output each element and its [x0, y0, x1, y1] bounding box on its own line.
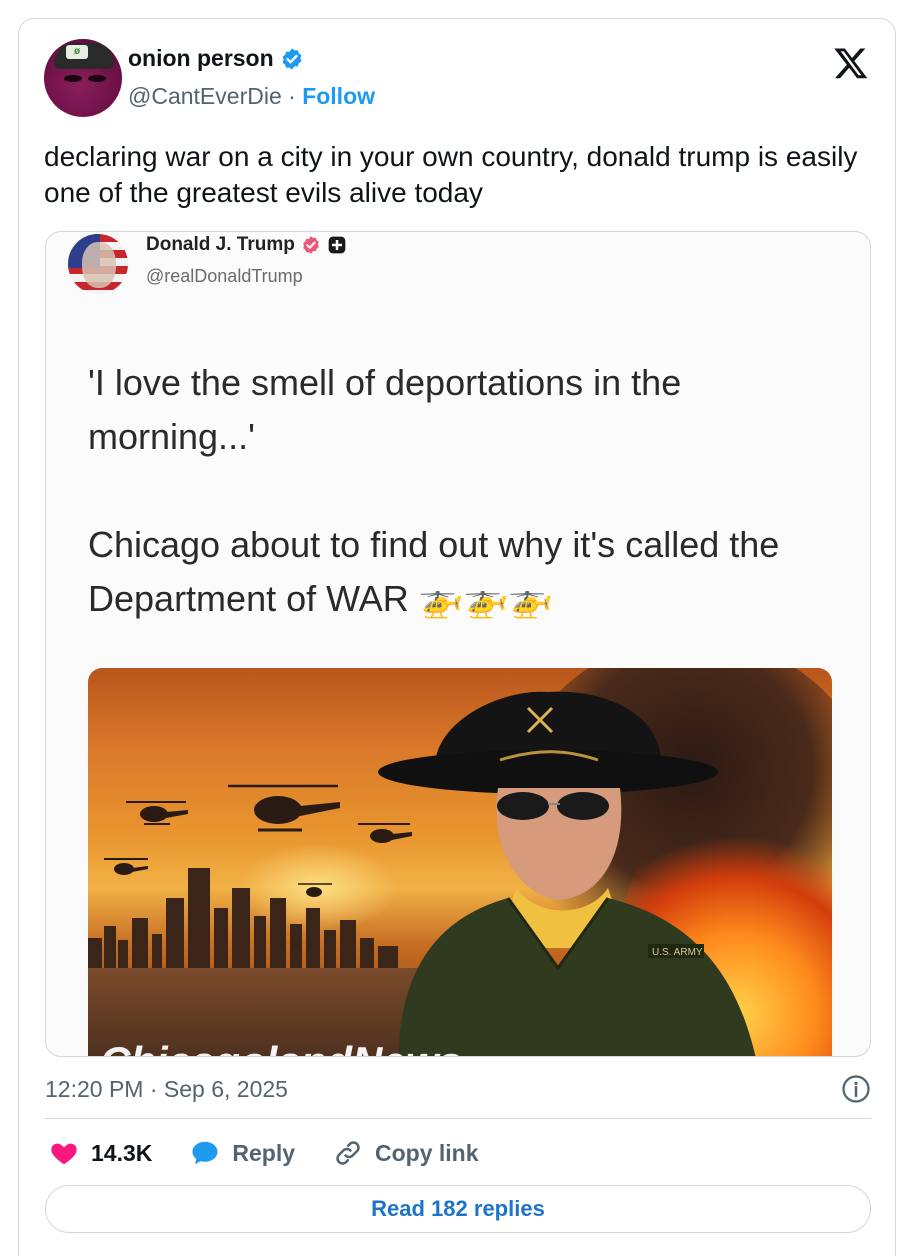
author-display-name[interactable]: onion person — [128, 45, 274, 72]
helicopter-icon — [228, 784, 340, 832]
action-bar: 14.3K Reply Copy link — [49, 1135, 517, 1171]
author-name-row: onion person — [128, 45, 304, 72]
like-button[interactable]: 14.3K — [49, 1138, 152, 1168]
tweet-timestamp[interactable]: 12:20 PM · Sep 6, 2025 — [45, 1076, 288, 1103]
like-count: 14.3K — [91, 1139, 153, 1166]
verified-badge-icon — [303, 236, 319, 254]
embedded-paragraph-1: 'I love the smell of deportations in the… — [88, 362, 682, 457]
reply-button[interactable]: Reply — [190, 1138, 295, 1168]
avatar-eye-left — [64, 75, 82, 82]
helicopter-icon — [104, 858, 148, 875]
image-watermark: ChicagolandNews — [100, 1038, 462, 1056]
handle-separator: · — [288, 83, 296, 109]
embedded-author-avatar[interactable] — [68, 234, 128, 294]
x-logo-icon[interactable] — [833, 45, 869, 81]
tweet-card: ø onion person @CantEverDie · Follow dec… — [18, 18, 896, 1256]
author-avatar[interactable]: ø — [44, 39, 122, 117]
helicopter-icon — [298, 883, 332, 897]
info-icon[interactable] — [841, 1074, 871, 1104]
avatar-leaf-logo: ø — [66, 45, 88, 59]
verified-badge-icon — [282, 48, 302, 69]
embedded-paragraph-2: Chicago about to find out why it's calle… — [88, 524, 780, 619]
read-replies-button[interactable]: Read 182 replies — [45, 1185, 871, 1233]
embedded-post-image[interactable]: U.S. ARMY ChicagolandNews — [88, 668, 832, 1056]
author-handle-row: @CantEverDie · Follow — [128, 83, 375, 110]
embedded-post[interactable]: Donald J. Trump @realDonaldTrump 'I love… — [45, 231, 871, 1057]
embedded-handle[interactable]: @realDonaldTrump — [146, 266, 303, 287]
author-handle[interactable]: @CantEverDie — [128, 83, 282, 109]
copy-link-button[interactable]: Copy link — [333, 1138, 479, 1168]
timestamp-row: 12:20 PM · Sep 6, 2025 — [45, 1071, 871, 1107]
copy-link-label: Copy link — [375, 1139, 479, 1166]
avatar-eye-right — [88, 75, 106, 82]
soldier-figure: U.S. ARMY — [378, 691, 756, 1056]
heart-icon — [51, 1143, 77, 1165]
svg-text:U.S. ARMY: U.S. ARMY — [652, 947, 703, 958]
helicopter-icon — [126, 801, 188, 825]
embedded-name-row: Donald J. Trump — [146, 234, 347, 256]
read-replies-label: Read 182 replies — [371, 1196, 545, 1221]
embedded-post-text: 'I love the smell of deportations in the… — [88, 356, 848, 626]
follow-button[interactable]: Follow — [302, 83, 375, 109]
government-badge-icon — [328, 236, 346, 254]
reply-label: Reply — [232, 1139, 296, 1166]
avatar-face — [82, 242, 116, 288]
speech-bubble-icon — [192, 1141, 218, 1165]
tweet-text: declaring war on a city in your own coun… — [44, 141, 858, 208]
divider — [45, 1118, 871, 1119]
embedded-display-name[interactable]: Donald J. Trump — [146, 234, 295, 256]
link-icon — [336, 1141, 360, 1165]
